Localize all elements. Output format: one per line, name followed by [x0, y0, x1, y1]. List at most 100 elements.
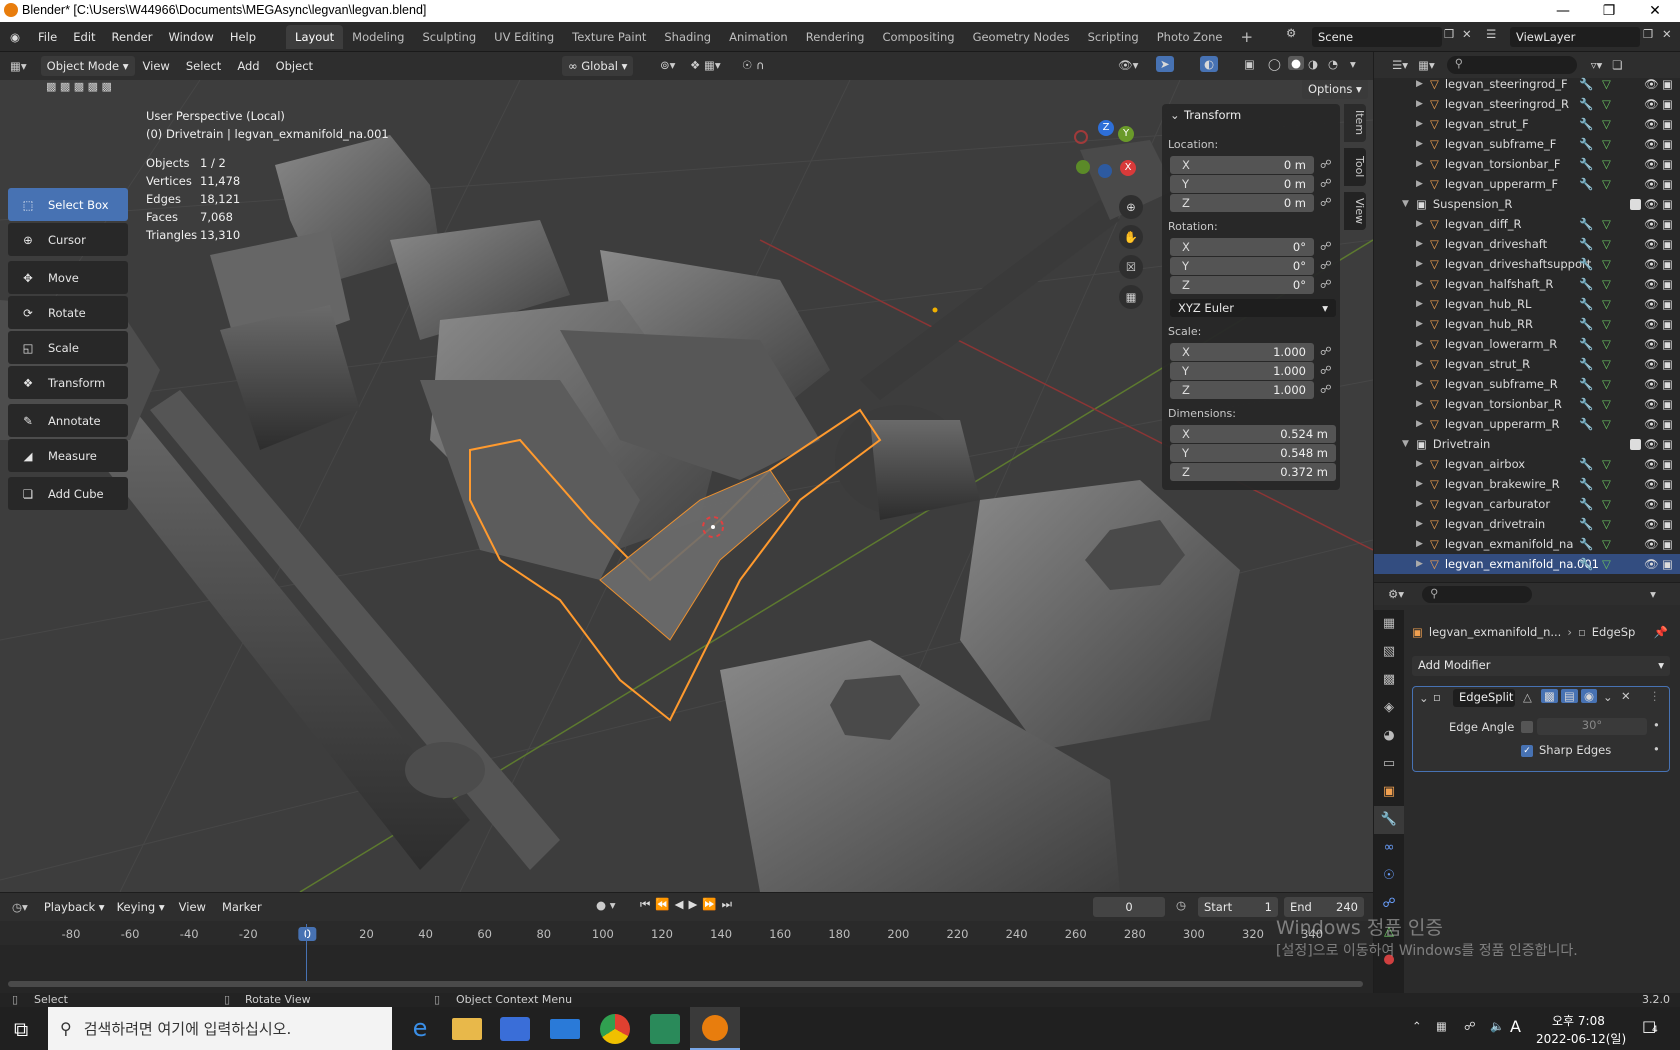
mode-dropdown[interactable]: Object Mode ▾ — [40, 56, 135, 76]
eye-visibility-icon[interactable]: 👁 — [1644, 417, 1659, 431]
modifier-wrench-icon[interactable]: 🔧 — [1579, 297, 1593, 311]
mesh-data-icon[interactable]: ▽ — [1602, 257, 1611, 271]
render-camera-icon[interactable]: ▣ — [1662, 437, 1673, 451]
modifier-wrench-icon[interactable]: 🔧 — [1579, 237, 1593, 251]
mesh-data-icon[interactable]: ▽ — [1602, 357, 1611, 371]
overlay-toggle-icon[interactable]: ◐ — [1200, 56, 1219, 72]
add-modifier-dropdown[interactable]: Add Modifier ▾ — [1412, 656, 1670, 676]
lock-icon[interactable]: ☍ — [1320, 195, 1332, 209]
expand-arrow-icon[interactable]: ▶ — [1416, 379, 1430, 389]
render-camera-icon[interactable]: ▣ — [1662, 97, 1673, 111]
modifier-name-field[interactable]: EdgeSplit — [1453, 689, 1515, 707]
render-camera-icon[interactable]: ▣ — [1662, 517, 1673, 531]
eye-visibility-icon[interactable]: 👁 — [1644, 197, 1659, 211]
chrome-icon[interactable] — [600, 1014, 630, 1044]
tab-scripting[interactable]: Scripting — [1079, 25, 1148, 49]
file-explorer-icon[interactable] — [452, 1018, 482, 1040]
gizmo-x-icon[interactable]: X — [1120, 160, 1136, 176]
world-tab-icon[interactable]: ◕ — [1374, 722, 1404, 750]
outliner-item[interactable]: ▶ ▽ legvan_driveshaft 🔧 ▽ 👁 ▣ — [1374, 234, 1680, 254]
dimensions-y-field[interactable]: Y 0.548 m — [1170, 444, 1336, 462]
mesh-data-icon[interactable]: ▽ — [1602, 137, 1611, 151]
expand-arrow-icon[interactable]: ▶ — [1416, 79, 1430, 89]
expand-arrow-icon[interactable]: ▶ — [1416, 119, 1430, 129]
outliner-item[interactable]: ▶ ▽ legvan_hub_RL 🔧 ▽ 👁 ▣ — [1374, 294, 1680, 314]
eye-visibility-icon[interactable]: 👁 — [1644, 317, 1659, 331]
eye-visibility-icon[interactable]: 👁 — [1644, 237, 1659, 251]
tab-rendering[interactable]: Rendering — [797, 25, 874, 49]
solid-shading-icon[interactable]: ● — [1288, 56, 1305, 70]
modifier-wrench-icon[interactable]: 🔧 — [1579, 117, 1593, 131]
tab-compositing[interactable]: Compositing — [873, 25, 963, 49]
mesh-data-icon[interactable]: ▽ — [1602, 297, 1611, 311]
timeline-view-menu[interactable]: View — [171, 892, 214, 922]
lock-icon[interactable]: ☍ — [1320, 277, 1332, 291]
expand-arrow-icon[interactable]: ▶ — [1416, 459, 1430, 469]
object-tab-icon[interactable]: ▣ — [1374, 778, 1404, 806]
camera-view-icon[interactable]: ☒ — [1119, 255, 1143, 279]
timeline-ruler[interactable]: -80 -60 -40 -20 0 20 40 60 80 100 120 140 160 180 200 2… — [0, 921, 1373, 945]
render-camera-icon[interactable]: ▣ — [1662, 77, 1673, 91]
shading-dropdown-icon[interactable]: ▾ — [1350, 57, 1356, 71]
gizmo-neg-z-icon[interactable] — [1098, 164, 1112, 178]
expand-arrow-icon[interactable]: ▼ — [1402, 199, 1416, 209]
playback-controls[interactable]: ⏮⏪◀▶⏩⏭ — [640, 897, 737, 912]
edit-mode-toggle-icon[interactable]: △ — [1523, 690, 1532, 704]
editor-type-icon[interactable]: ▦▾ — [10, 59, 27, 73]
collection-tab-icon[interactable]: ▭ — [1374, 750, 1404, 778]
viewport-toggle-icon[interactable]: ▤ — [1561, 689, 1578, 703]
tool-scale[interactable]: ◱ Scale — [8, 331, 128, 364]
menu-window[interactable]: Window — [160, 22, 221, 52]
store-icon[interactable] — [500, 1017, 530, 1041]
render-camera-icon[interactable]: ▣ — [1662, 457, 1673, 471]
ime-indicator[interactable]: A — [1510, 1017, 1521, 1036]
mesh-data-icon[interactable]: ▽ — [1602, 457, 1611, 471]
render-camera-icon[interactable]: ▣ — [1662, 497, 1673, 511]
proportional-edit-icon[interactable]: ☉ ∩ — [742, 58, 764, 72]
expand-arrow-icon[interactable]: ▶ — [1416, 399, 1430, 409]
menu-render[interactable]: Render — [104, 22, 161, 52]
properties-options-icon[interactable]: ▾ — [1650, 587, 1656, 601]
edge-browser-icon[interactable]: e — [405, 1014, 435, 1044]
mesh-data-icon[interactable]: ▽ — [1602, 117, 1611, 131]
eye-visibility-icon[interactable]: 👁 — [1644, 157, 1659, 171]
visibility-icon[interactable]: 👁▾ — [1118, 58, 1138, 72]
add-workspace-icon[interactable]: + — [1231, 25, 1262, 49]
eye-visibility-icon[interactable]: 👁 — [1644, 517, 1659, 531]
rendered-shading-icon[interactable]: ◔ — [1328, 57, 1338, 71]
eye-visibility-icon[interactable]: 👁 — [1644, 477, 1659, 491]
render-camera-icon[interactable]: ▣ — [1662, 317, 1673, 331]
menu-file[interactable]: File — [30, 22, 65, 52]
mesh-data-icon[interactable]: ▽ — [1602, 417, 1611, 431]
orientation-dropdown[interactable]: ∞ Global ▾ — [562, 56, 634, 76]
gizmo-toggle-icon[interactable]: ➤ — [1156, 56, 1174, 72]
render-camera-icon[interactable]: ▣ — [1662, 277, 1673, 291]
outliner-item[interactable]: ▶ ▽ legvan_brakewire_R 🔧 ▽ 👁 ▣ — [1374, 474, 1680, 494]
expand-arrow-icon[interactable]: ▶ — [1416, 179, 1430, 189]
mesh-data-icon[interactable]: ▽ — [1602, 217, 1611, 231]
mesh-data-icon[interactable]: ▽ — [1602, 277, 1611, 291]
eye-visibility-icon[interactable]: 👁 — [1644, 557, 1659, 571]
properties-editor-icon[interactable]: ⚙▾ — [1388, 587, 1404, 601]
timeline-editor-icon[interactable]: ◷▾ — [12, 900, 28, 914]
outliner-item[interactable]: ▶ ▽ legvan_torsionbar_F 🔧 ▽ 👁 ▣ — [1374, 154, 1680, 174]
tab-layout[interactable]: Layout — [286, 24, 344, 49]
tool-move[interactable]: ✥ Move — [8, 261, 128, 294]
modifier-wrench-icon[interactable]: 🔧 — [1579, 257, 1593, 271]
outliner-search-input[interactable]: ⚲ — [1446, 56, 1577, 74]
render-camera-icon[interactable]: ▣ — [1662, 257, 1673, 271]
timeline-area[interactable]: -80 -60 -40 -20 0 20 40 60 80 100 120 140 160 180 200 2… — [0, 921, 1373, 993]
render-toggle-icon[interactable]: ◉ — [1581, 689, 1598, 703]
xray-icon[interactable]: ▣ — [1244, 57, 1255, 71]
modifier-wrench-icon[interactable]: 🔧 — [1579, 77, 1593, 91]
tab-view[interactable]: View — [1344, 192, 1366, 230]
mesh-data-icon[interactable]: ▽ — [1602, 97, 1611, 111]
expand-arrow-icon[interactable]: ▶ — [1416, 339, 1430, 349]
blender-taskbar-button[interactable] — [690, 1007, 740, 1050]
mesh-data-icon[interactable]: ▽ — [1602, 477, 1611, 491]
outliner-collection[interactable]: ▼ ▣ Drivetrain 👁 ▣ — [1374, 434, 1680, 454]
record-icon[interactable]: ● ▾ — [596, 898, 615, 912]
outliner-item[interactable]: ▶ ▽ legvan_hub_RR 🔧 ▽ 👁 ▣ — [1374, 314, 1680, 334]
tab-photo-zone[interactable]: Photo Zone — [1148, 25, 1232, 49]
render-camera-icon[interactable]: ▣ — [1662, 357, 1673, 371]
